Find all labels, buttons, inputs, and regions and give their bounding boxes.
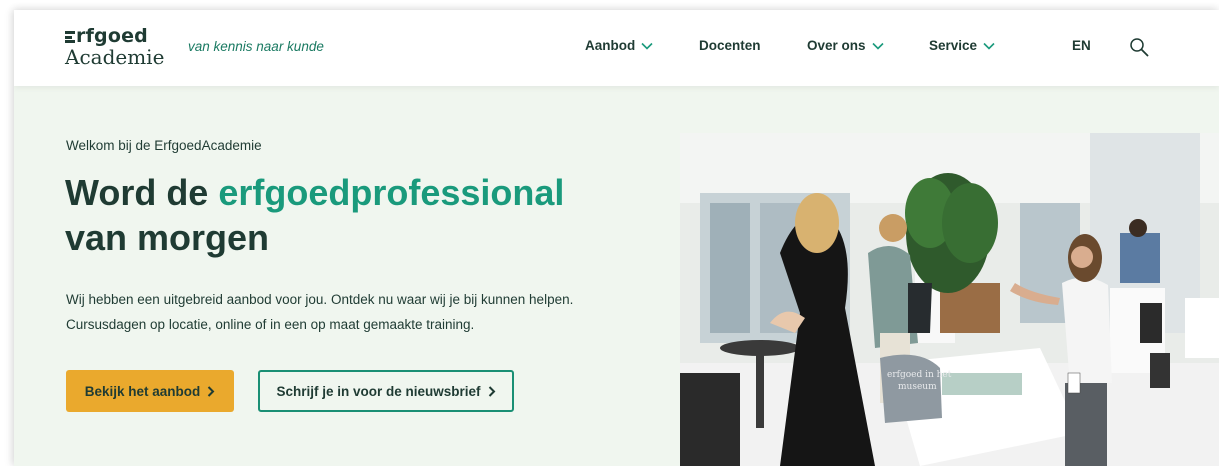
language-switch-label: EN — [1072, 38, 1091, 53]
search-icon[interactable] — [1129, 37, 1149, 57]
chevron-right-icon — [208, 385, 215, 397]
chevron-down-icon — [641, 42, 653, 50]
view-offer-button[interactable]: Bekijk het aanbod — [66, 370, 234, 412]
view-offer-label: Bekijk het aanbod — [84, 383, 201, 399]
hero-headline: Word de erfgoedprofessional van morgen — [65, 170, 665, 260]
newsletter-signup-label: Schrijf je in voor de nieuwsbrief — [276, 383, 481, 399]
nav-docenten-label: Docenten — [699, 38, 761, 53]
logo-wordmark-bottom: Academie — [65, 45, 165, 69]
hero-lede: Wij hebben een uitgebreid aanbod voor jo… — [66, 287, 666, 337]
hero-photo: erfgoed in het museum — [680, 133, 1219, 466]
nav-over-ons[interactable]: Over ons — [807, 38, 884, 53]
page-frame: rfgoed Academie van kennis naar kunde Aa… — [14, 10, 1219, 466]
nav-over-ons-label: Over ons — [807, 38, 866, 53]
headline-accent: erfgoedprofessional — [218, 172, 565, 213]
chevron-down-icon — [983, 42, 995, 50]
newsletter-signup-button[interactable]: Schrijf je in voor de nieuwsbrief — [258, 370, 514, 412]
headline-part2: van morgen — [65, 217, 270, 258]
lede-line1: Wij hebben een uitgebreid aanbod voor jo… — [66, 292, 574, 307]
language-switch-en[interactable]: EN — [1072, 38, 1091, 53]
nav-service[interactable]: Service — [929, 38, 995, 53]
lede-line2: Cursusdagen op locatie, online of in een… — [66, 317, 475, 332]
bag-print-line1: erfgoed in het — [887, 370, 952, 380]
bag-print-line2: museum — [898, 382, 937, 392]
nav-aanbod-label: Aanbod — [585, 38, 636, 53]
nav-docenten[interactable]: Docenten — [699, 38, 761, 53]
nav-service-label: Service — [929, 38, 978, 53]
chevron-right-icon — [488, 385, 495, 397]
nav-aanbod[interactable]: Aanbod — [585, 38, 653, 53]
headline-part1: Word de — [65, 172, 219, 213]
logo-wordmark-top: rfgoed — [65, 26, 148, 46]
site-logo[interactable]: rfgoed Academie — [65, 26, 177, 72]
hero-kicker: Welkom bij de ErfgoedAcademie — [66, 138, 262, 153]
logo-line1-text: rfgoed — [76, 25, 148, 47]
logo-e-mark-icon — [65, 31, 75, 43]
chevron-down-icon — [871, 42, 884, 50]
site-header: rfgoed Academie van kennis naar kunde Aa… — [14, 10, 1219, 86]
tagline: van kennis naar kunde — [188, 39, 324, 54]
